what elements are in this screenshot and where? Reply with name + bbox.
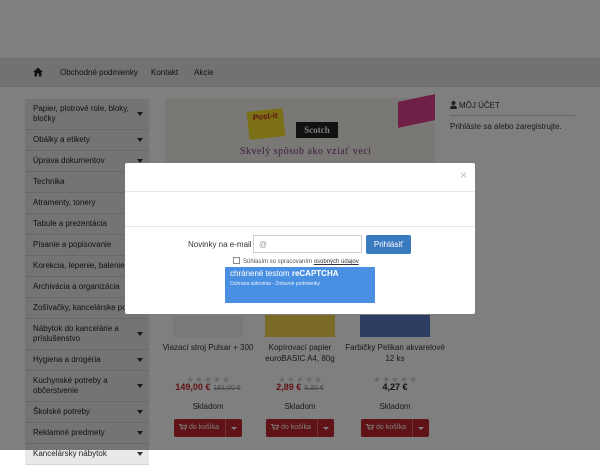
recaptcha-text: chránené testom <box>230 269 290 278</box>
recaptcha-brand: reCAPTCHA <box>291 269 339 278</box>
recaptcha-title: chránené testom reCAPTCHA <box>230 269 370 279</box>
close-icon[interactable]: × <box>460 169 467 181</box>
recaptcha-badge[interactable]: chránené testom reCAPTCHA Ochrana súkrom… <box>225 267 375 303</box>
consent-row: Súhlasím so spracovaním osobných údajov <box>233 257 359 265</box>
newsletter-modal: × Novinky na e-mail Prihlásiť Súhlasím s… <box>125 163 475 314</box>
consent-text: Súhlasím so spracovaním <box>243 259 313 265</box>
modal-header-divider <box>125 191 475 192</box>
sidebar-category-label: Kancelársky nábytok <box>33 449 107 458</box>
consent-link[interactable]: osobných údajov <box>314 259 359 265</box>
consent-checkbox[interactable] <box>233 257 240 264</box>
caret-down-icon[interactable] <box>137 452 143 456</box>
newsletter-submit-button[interactable]: Prihlásiť <box>366 235 411 254</box>
newsletter-email-input[interactable] <box>253 235 362 253</box>
recaptcha-links[interactable]: Ochrana súkromia - Zmluvné podmienky <box>230 280 370 288</box>
newsletter-label: Novinky na e-mail <box>188 240 252 249</box>
modal-body-divider <box>125 226 475 227</box>
